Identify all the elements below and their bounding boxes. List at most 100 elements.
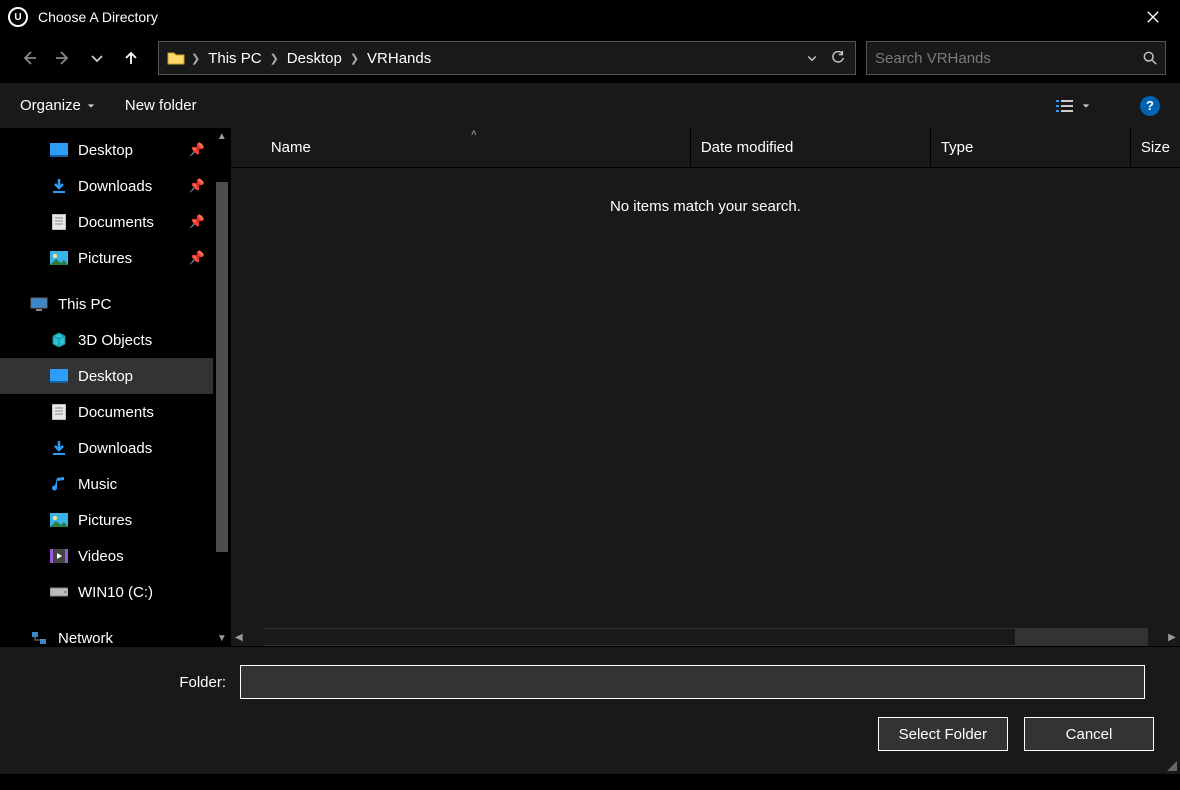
resize-grip[interactable]: [1165, 759, 1177, 771]
chevron-down-icon: [89, 50, 105, 66]
select-folder-button[interactable]: Select Folder: [878, 717, 1008, 751]
address-bar[interactable]: ❯ This PC ❯ Desktop ❯ VRHands: [158, 41, 856, 75]
chevron-right-icon: ❯: [268, 52, 281, 65]
organize-label: Organize: [20, 97, 81, 114]
3d-objects-icon: [50, 331, 68, 349]
sidebar-item-label: 3D Objects: [78, 332, 152, 349]
search-box[interactable]: [866, 41, 1166, 75]
view-mode-button[interactable]: [1056, 99, 1090, 113]
caret-down-icon: [87, 102, 95, 110]
breadcrumb-item[interactable]: This PC: [202, 42, 267, 74]
navigation-sidebar: Desktop 📌 Downloads 📌 Documents 📌 Pictur…: [0, 128, 231, 646]
dialog-footer: Folder: Select Folder Cancel: [0, 646, 1180, 774]
empty-state-message: No items match your search.: [610, 198, 801, 215]
this-pc-icon: [30, 295, 48, 313]
refresh-button[interactable]: [825, 45, 851, 71]
details-view-icon: [1056, 99, 1074, 113]
column-label: Date modified: [701, 139, 794, 156]
scroll-left-arrow-icon[interactable]: ◀: [231, 632, 247, 643]
help-button[interactable]: ?: [1140, 96, 1160, 116]
new-folder-button[interactable]: New folder: [125, 97, 197, 114]
horizontal-scrollbar[interactable]: ◀ ▶: [231, 628, 1180, 646]
title-bar: U Choose A Directory: [0, 0, 1180, 34]
nav-back-button[interactable]: [14, 43, 44, 73]
file-list[interactable]: No items match your search.: [231, 168, 1180, 628]
downloads-icon: [50, 439, 68, 457]
column-header-date[interactable]: Date modified: [691, 128, 931, 167]
column-headers: ˄ Name Date modified Type Size: [231, 128, 1180, 168]
sidebar-group-network[interactable]: Network: [0, 620, 213, 646]
scroll-up-arrow-icon[interactable]: ▲: [214, 128, 230, 144]
nav-recent-button[interactable]: [82, 43, 112, 73]
sort-ascending-icon: ˄: [471, 128, 477, 139]
column-header-size[interactable]: Size: [1131, 128, 1180, 167]
breadcrumb-item[interactable]: Desktop: [281, 42, 348, 74]
videos-icon: [50, 547, 68, 565]
sidebar-item-label: WIN10 (C:): [78, 584, 153, 601]
column-header-type[interactable]: Type: [931, 128, 1131, 167]
music-icon: [50, 475, 68, 493]
scroll-down-arrow-icon[interactable]: ▼: [214, 630, 230, 646]
documents-icon: [50, 213, 68, 231]
network-icon: [30, 629, 48, 646]
column-label: Name: [271, 139, 311, 156]
nav-forward-button[interactable]: [48, 43, 78, 73]
chevron-right-icon: ❯: [189, 52, 202, 65]
sidebar-item-label: Music: [78, 476, 117, 493]
column-label: Type: [941, 139, 974, 156]
sidebar-group-label: Network: [58, 630, 113, 647]
desktop-icon: [50, 367, 68, 385]
organize-button[interactable]: Organize: [20, 97, 95, 114]
sidebar-item-label: Desktop: [78, 368, 133, 385]
search-icon: [1143, 51, 1157, 65]
sidebar-item-label: Pictures: [78, 250, 132, 267]
folder-name-input[interactable]: [240, 665, 1145, 699]
scrollbar-thumb[interactable]: [263, 629, 1015, 645]
sidebar-item-label: Desktop: [78, 142, 133, 159]
window-title: Choose A Directory: [38, 9, 158, 25]
new-folder-label: New folder: [125, 97, 197, 114]
sidebar-item-music[interactable]: Music: [0, 466, 213, 502]
sidebar-item-label: Pictures: [78, 512, 132, 529]
sidebar-item-pictures[interactable]: Pictures: [0, 502, 213, 538]
sidebar-item-downloads[interactable]: Downloads 📌: [0, 168, 213, 204]
arrow-up-icon: [123, 50, 139, 66]
pictures-icon: [50, 249, 68, 267]
sidebar-scrollbar[interactable]: ▲ ▼: [214, 128, 230, 646]
sidebar-group-this-pc[interactable]: This PC: [0, 286, 213, 322]
help-icon: ?: [1146, 98, 1154, 113]
folder-icon: [167, 50, 185, 66]
sidebar-item-label: Downloads: [78, 440, 152, 457]
sidebar-item-documents[interactable]: Documents 📌: [0, 204, 213, 240]
cancel-button[interactable]: Cancel: [1024, 717, 1154, 751]
sidebar-item-downloads[interactable]: Downloads: [0, 430, 213, 466]
address-history-button[interactable]: [799, 45, 825, 71]
sidebar-item-label: Documents: [78, 404, 154, 421]
sidebar-item-label: Documents: [78, 214, 154, 231]
pin-icon: 📌: [189, 178, 205, 194]
sidebar-item-documents[interactable]: Documents: [0, 394, 213, 430]
pin-icon: 📌: [189, 250, 205, 266]
sidebar-item-drive-c[interactable]: WIN10 (C:): [0, 574, 213, 610]
search-input[interactable]: [875, 50, 1143, 67]
documents-icon: [50, 403, 68, 421]
navigation-row: ❯ This PC ❯ Desktop ❯ VRHands: [0, 34, 1180, 82]
nav-up-button[interactable]: [116, 43, 146, 73]
close-button[interactable]: [1134, 10, 1172, 24]
sidebar-item-3d-objects[interactable]: 3D Objects: [0, 322, 213, 358]
column-label: Size: [1141, 139, 1170, 156]
chevron-down-icon: [806, 52, 818, 64]
sidebar-item-desktop[interactable]: Desktop: [0, 358, 213, 394]
chevron-right-icon: ❯: [348, 52, 361, 65]
arrow-right-icon: [55, 50, 71, 66]
scrollbar-thumb[interactable]: [216, 182, 228, 552]
sidebar-item-pictures[interactable]: Pictures 📌: [0, 240, 213, 276]
downloads-icon: [50, 177, 68, 195]
refresh-icon: [831, 51, 845, 65]
breadcrumb-item[interactable]: VRHands: [361, 42, 437, 74]
sidebar-item-desktop[interactable]: Desktop 📌: [0, 132, 213, 168]
scroll-right-arrow-icon[interactable]: ▶: [1164, 632, 1180, 643]
sidebar-item-label: Videos: [78, 548, 124, 565]
sidebar-item-videos[interactable]: Videos: [0, 538, 213, 574]
arrow-left-icon: [21, 50, 37, 66]
